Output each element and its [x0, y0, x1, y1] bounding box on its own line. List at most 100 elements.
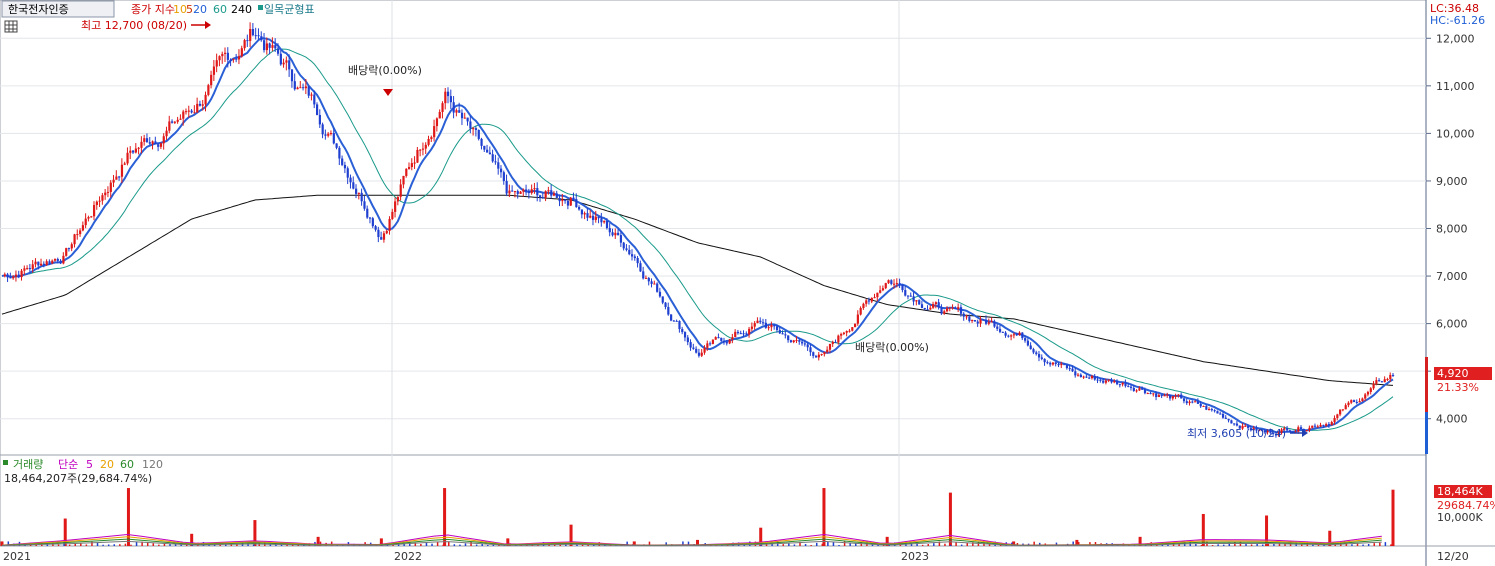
- volume-bar-small: [821, 543, 824, 546]
- candle-body: [962, 313, 965, 317]
- price-y-tick: 10,000: [1436, 127, 1475, 140]
- candle-body: [502, 172, 505, 181]
- candle-body: [851, 327, 854, 331]
- candle-body: [304, 86, 308, 89]
- candle-body: [132, 150, 135, 153]
- candle-body: [179, 118, 182, 120]
- volume-bar-small: [1250, 544, 1253, 546]
- candle-body: [653, 283, 656, 285]
- candle-body: [421, 148, 425, 150]
- candle-body: [184, 111, 188, 113]
- candle-body: [1127, 386, 1130, 388]
- candle-body: [251, 28, 255, 36]
- volume-title[interactable]: 거래량: [13, 458, 43, 471]
- candle-body: [912, 296, 915, 302]
- candle-body: [168, 121, 171, 131]
- candle-body: [1029, 345, 1032, 350]
- volume-bar-small: [107, 544, 110, 546]
- vol-ma60-legend[interactable]: 60: [120, 458, 134, 471]
- candle-body: [773, 324, 776, 327]
- candle-body: [767, 327, 770, 329]
- candle-body: [129, 150, 132, 153]
- vol-ma20-legend[interactable]: 20: [100, 458, 114, 471]
- candle-body: [1191, 401, 1194, 403]
- candle-body: [494, 161, 497, 163]
- candle-body: [118, 176, 121, 178]
- stock-name[interactable]: 한국전자인증: [8, 3, 69, 16]
- candle-body: [1366, 391, 1370, 395]
- candle-body: [1330, 422, 1333, 426]
- volume-bar-small: [1200, 544, 1203, 546]
- candle-body: [1149, 393, 1152, 395]
- candle-body: [380, 237, 383, 240]
- volume-bar-small: [810, 545, 812, 546]
- ma5-legend[interactable]: 5: [186, 3, 193, 16]
- ma20-legend[interactable]: 20: [193, 3, 207, 16]
- candle-body: [845, 331, 848, 333]
- volume-bar-small: [1384, 542, 1387, 546]
- candle-body: [1065, 364, 1069, 369]
- candle-body: [1104, 380, 1108, 383]
- candle-body: [848, 330, 851, 332]
- candle-body: [1369, 388, 1372, 392]
- ma60-legend[interactable]: 60: [213, 3, 227, 16]
- candle-body: [196, 103, 199, 113]
- candle-body: [1213, 410, 1216, 412]
- candle-body: [1208, 409, 1211, 411]
- candle-body: [820, 354, 823, 356]
- candle-body: [419, 149, 422, 151]
- candle-body: [572, 197, 575, 200]
- ma240-legend[interactable]: 240: [231, 3, 252, 16]
- volume-bar-small: [955, 542, 957, 546]
- candle-body: [586, 213, 589, 218]
- candle-body: [985, 319, 988, 324]
- candle-body: [1205, 405, 1208, 410]
- candle-body: [940, 307, 943, 314]
- table-icon[interactable]: [4, 20, 18, 33]
- ma10-legend[interactable]: 10: [173, 3, 187, 16]
- candle-body: [742, 333, 745, 335]
- candle-body: [410, 163, 413, 168]
- candle-body: [243, 40, 246, 49]
- price-y-tick: 8,000: [1436, 223, 1468, 236]
- candle-body: [1015, 334, 1018, 336]
- volume-bar-small: [1222, 544, 1225, 546]
- candle-body: [658, 291, 662, 297]
- candle-body: [508, 190, 511, 194]
- candle-body: [1188, 401, 1191, 404]
- candle-body: [226, 52, 229, 60]
- candle-body: [968, 316, 971, 322]
- candle-body: [1051, 362, 1055, 365]
- candle-body: [402, 175, 405, 185]
- candle-body: [413, 162, 416, 164]
- candle-body: [140, 141, 143, 148]
- candle-body: [973, 319, 977, 322]
- vol-ma5-legend[interactable]: 5: [86, 458, 93, 471]
- candle-body: [396, 196, 400, 202]
- candle-body: [1180, 394, 1183, 399]
- candle-body: [764, 322, 767, 328]
- candle-body: [1313, 425, 1317, 427]
- candle-body: [143, 138, 146, 142]
- candle-body: [212, 66, 216, 75]
- candle-body: [1088, 377, 1091, 379]
- volume-ma-label[interactable]: 단순: [58, 458, 78, 471]
- candle-body: [544, 191, 547, 198]
- candle-body: [748, 328, 751, 335]
- candle-body: [770, 324, 773, 328]
- volume-bar-small: [1373, 543, 1375, 546]
- candle-body: [614, 232, 617, 236]
- ichimoku-label[interactable]: 일목균형표: [264, 2, 315, 16]
- candle-body: [424, 144, 427, 149]
- candle-body: [263, 40, 266, 51]
- candle-body: [987, 322, 991, 324]
- candle-body: [341, 158, 344, 165]
- stock-chart[interactable]: 12,00011,00010,0009,0008,0007,0006,0005,…: [0, 0, 1495, 566]
- candle-body: [76, 234, 79, 236]
- vol-ma120-legend[interactable]: 120: [142, 458, 163, 471]
- volume-bar-small: [1379, 542, 1381, 546]
- candle-body: [338, 147, 341, 159]
- candle-body: [254, 35, 257, 37]
- candle-body: [1364, 394, 1367, 399]
- candle-body: [789, 340, 793, 343]
